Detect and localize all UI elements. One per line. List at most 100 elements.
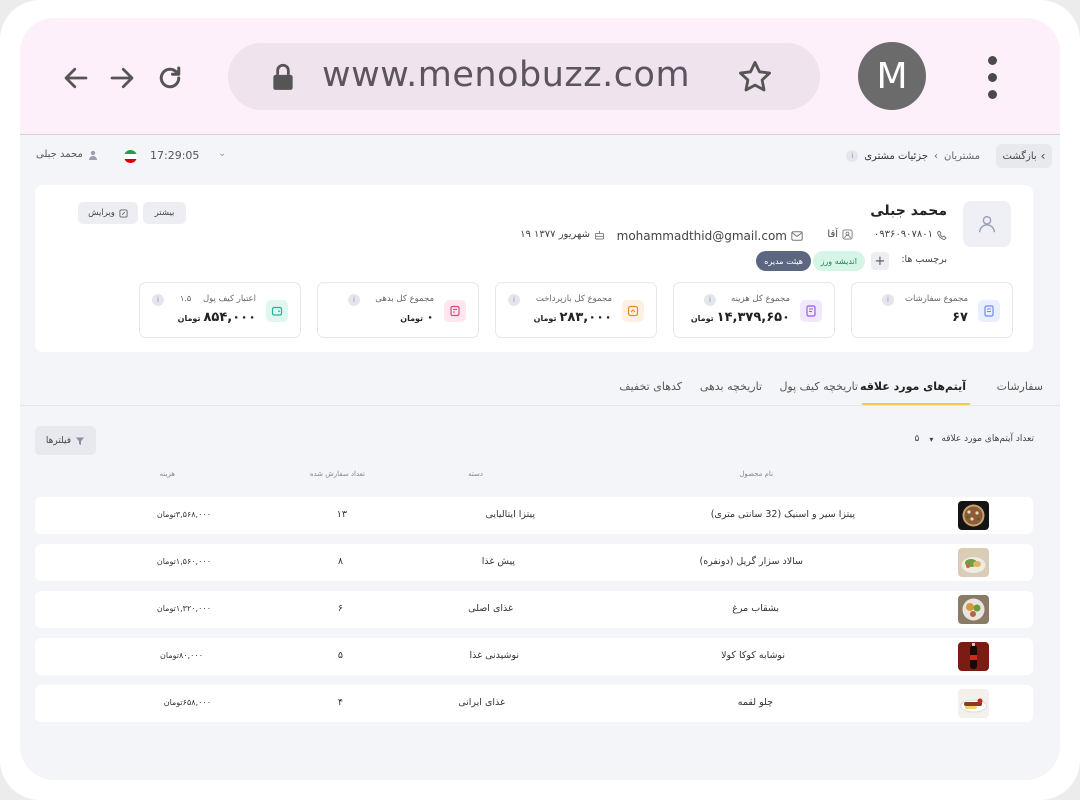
- favorites-count-value: ۵: [914, 434, 920, 444]
- table-header: نام محصول دسته تعداد سفارش شده هزینه: [35, 470, 1033, 490]
- cell-category: نوشیدنی غذا: [469, 650, 519, 661]
- customer-avatar: [963, 201, 1011, 247]
- table-row[interactable]: بشقاب مرغ غذای اصلی ۶ ۱,۳۲۰,۰۰۰تومان: [35, 591, 1033, 628]
- customer-gender: آقا: [827, 229, 853, 240]
- tab-favorite-items[interactable]: آیتم‌های مورد علاقه: [860, 380, 966, 393]
- column-header-qty: تعداد سفارش شده: [309, 470, 365, 478]
- reload-icon[interactable]: [152, 60, 188, 96]
- customer-profile-card: محمد جبلی ۰۹۳۶۰۹۰۷۸۰۱ آقا mohammadthid@g…: [35, 185, 1033, 352]
- table-row[interactable]: پیتزا سیر و اسنیک (32 سانتی متری) پیتزا …: [35, 497, 1033, 534]
- stat-card-total-debt: مجموع کل بدهی ۰تومان i: [317, 282, 479, 338]
- filters-button[interactable]: فیلترها: [35, 426, 96, 455]
- tag-chip[interactable]: اندیشه ورز: [812, 251, 865, 271]
- column-header-cost: هزینه: [159, 470, 175, 478]
- stat-value-number: ۰: [426, 310, 434, 325]
- info-icon[interactable]: i: [508, 294, 520, 306]
- cell-cost: ۸۰,۰۰۰تومان: [160, 651, 203, 660]
- stat-label: مجموع کل بدهی: [375, 294, 434, 304]
- stat-card-wallet-credit: اعتبار کیف پول ۸۵۴,۰۰۰تومان ۱.۵ i: [139, 282, 301, 338]
- tab-bar: سفارشات آیتم‌های مورد علاقه تاریخچه کیف …: [20, 366, 1060, 406]
- cell-cost-value: ۱,۳۲۰,۰۰۰: [175, 604, 211, 613]
- customer-phone-value: ۰۹۳۶۰۹۰۷۸۰۱: [873, 229, 933, 240]
- wallet-icon: [266, 300, 288, 322]
- add-tag-button[interactable]: +: [871, 252, 889, 270]
- refund-icon: [622, 300, 644, 322]
- back-button[interactable]: بازگشت ‹: [996, 144, 1052, 168]
- tab-orders[interactable]: سفارشات: [997, 380, 1043, 393]
- info-icon[interactable]: i: [846, 150, 859, 162]
- product-thumbnail-salad: [958, 548, 989, 577]
- cell-cost-value: ۱,۵۶۰,۰۰۰: [175, 557, 211, 566]
- profile-avatar[interactable]: M: [858, 42, 926, 110]
- chevron-down-icon[interactable]: ⌄: [218, 148, 226, 159]
- more-menu-icon[interactable]: [982, 56, 1002, 100]
- breadcrumb-separator-icon: ›: [934, 150, 938, 162]
- orders-icon: [978, 300, 1000, 322]
- current-user-name: محمد جبلی: [36, 149, 83, 160]
- favorites-count-select[interactable]: ▾ ۵: [915, 434, 934, 444]
- stat-value-unit: تومان: [400, 314, 424, 323]
- chevron-left-icon: ‹: [1040, 149, 1046, 163]
- stat-value-unit: تومان: [690, 314, 714, 323]
- info-icon[interactable]: i: [152, 294, 164, 306]
- table-row[interactable]: سالاد سزار گریل (دونفره) پیش غذا ۸ ۱,۵۶۰…: [35, 544, 1033, 581]
- user-avatar-icon: [978, 215, 996, 233]
- forward-arrow-icon[interactable]: [104, 60, 140, 96]
- cake-icon: [594, 230, 605, 240]
- more-button[interactable]: بیشتر: [143, 202, 186, 224]
- table-row[interactable]: نوشابه کوکا کولا نوشیدنی غذا ۵ ۸۰,۰۰۰توم…: [35, 638, 1033, 675]
- favorites-count: تعداد آیتم‌های مورد علاقه ▾ ۵: [915, 434, 1034, 444]
- tab-debt-history[interactable]: تاریخچه بدهی: [700, 380, 762, 393]
- cell-category: غذای اصلی: [468, 603, 513, 614]
- stat-label: مجموع کل هزینه: [731, 294, 790, 304]
- info-icon[interactable]: i: [348, 294, 360, 306]
- tab-wallet-history[interactable]: تاریخچه کیف پول: [779, 380, 858, 393]
- phone-icon: [937, 229, 947, 240]
- info-icon[interactable]: i: [704, 294, 716, 306]
- stat-label: اعتبار کیف پول: [202, 294, 256, 304]
- customer-name: محمد جبلی: [870, 203, 947, 219]
- tag-chip[interactable]: هیئت مدیره: [756, 251, 811, 271]
- breadcrumb: مشتریان › جزئیات مشتری i: [846, 150, 980, 162]
- cell-cost-unit: تومان: [163, 698, 183, 707]
- stat-value: ۱۴,۳۷۹,۶۵۰تومان: [691, 310, 790, 325]
- cell-qty: ۴: [337, 697, 343, 708]
- cell-cost-unit: تومان: [160, 651, 179, 660]
- customer-phone: ۰۹۳۶۰۹۰۷۸۰۱: [874, 229, 947, 240]
- info-icon[interactable]: i: [882, 294, 894, 306]
- cell-cost: ۳,۵۶۸,۰۰۰تومان: [157, 510, 211, 519]
- bookmark-star-icon[interactable]: [736, 58, 774, 100]
- wallet-badge: ۱.۵: [180, 294, 192, 303]
- table-row[interactable]: چلو لقمه غذای ایرانی ۴ ۶۵۸,۰۰۰تومان: [35, 685, 1033, 722]
- product-thumbnail-cola: [958, 642, 989, 671]
- edit-icon: [119, 208, 128, 218]
- stat-value-unit: تومان: [177, 314, 201, 323]
- cell-category: پیش غذا: [481, 556, 515, 567]
- tab-discount-codes[interactable]: کدهای تخفیف: [619, 380, 682, 393]
- edit-button[interactable]: ویرایش: [78, 202, 138, 224]
- column-header-category: دسته: [468, 470, 483, 478]
- back-button-label: بازگشت: [1002, 150, 1037, 162]
- url-text: www.menobuzz.com: [322, 55, 691, 95]
- cell-category: غذای ایرانی: [458, 697, 505, 708]
- cell-cost: ۶۵۸,۰۰۰تومان: [164, 698, 211, 707]
- back-arrow-icon[interactable]: [58, 60, 94, 96]
- stat-card-total-refund: مجموع کل بازپرداخت ۲۸۳,۰۰۰تومان i: [495, 282, 657, 338]
- chevron-down-icon: ▾: [929, 434, 934, 444]
- cell-product: نوشابه کوکا کولا: [721, 650, 785, 661]
- stat-card-total-orders: مجموع سفارشات ۶۷ i: [851, 282, 1013, 338]
- page-header: بازگشت ‹ مشتریان › جزئیات مشتری i محمد ج…: [20, 136, 1060, 178]
- browser-toolbar: www.menobuzz.com M: [20, 18, 1060, 135]
- iran-flag-icon[interactable]: [124, 150, 137, 163]
- stat-label: مجموع کل بازپرداخت: [535, 294, 612, 304]
- breadcrumb-parent[interactable]: مشتریان: [944, 151, 980, 162]
- stat-value: ۲۸۳,۰۰۰تومان: [534, 310, 612, 325]
- product-thumbnail-kebab: [958, 689, 989, 718]
- customer-birthday-value: ۱۹ شهریور ۱۳۷۷: [520, 229, 590, 240]
- current-user[interactable]: محمد جبلی: [36, 149, 98, 160]
- cell-cost-unit: تومان: [156, 510, 176, 519]
- cell-cost-value: ۸۰,۰۰۰: [178, 651, 203, 660]
- favorites-count-label: تعداد آیتم‌های مورد علاقه: [941, 434, 1034, 444]
- product-thumbnail-chicken: [958, 595, 989, 624]
- stat-value-unit: تومان: [533, 314, 557, 323]
